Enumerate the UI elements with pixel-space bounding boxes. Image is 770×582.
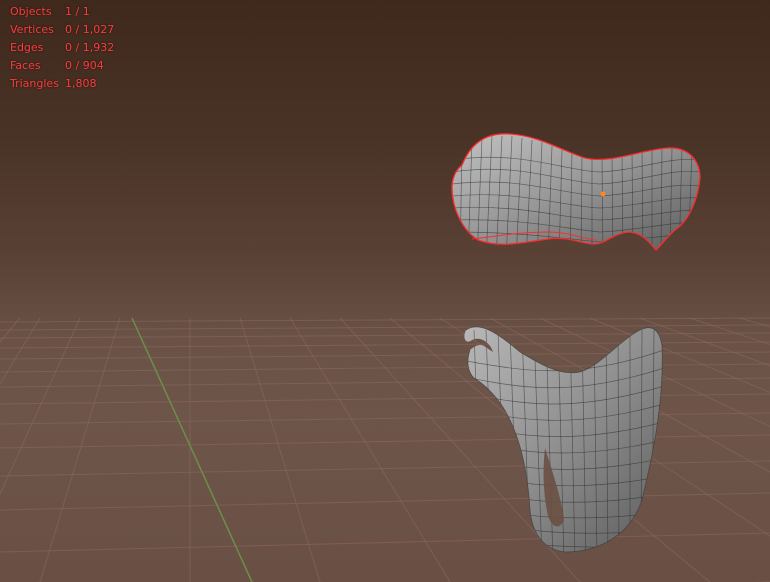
selected-mesh-top[interactable] [451, 133, 701, 260]
stat-value: 0 / 904 [65, 59, 104, 72]
stat-edges: Edges 0 / 1,932 [10, 39, 114, 57]
stat-label: Faces [10, 59, 41, 72]
origin-dot-icon[interactable] [600, 191, 606, 197]
viewport-scene[interactable] [0, 0, 770, 582]
stat-triangles: Triangles 1,808 [10, 75, 114, 93]
stat-value: 0 / 1,027 [65, 23, 115, 36]
stat-value: 0 / 1,932 [65, 41, 115, 54]
stat-label: Vertices [10, 23, 54, 36]
stat-label: Edges [10, 41, 44, 54]
3d-viewport[interactable]: Objects 1 / 1 Vertices 0 / 1,027 Edges 0… [0, 0, 770, 582]
stat-objects: Objects 1 / 1 [10, 3, 114, 21]
stat-label: Triangles [10, 77, 59, 90]
mesh-bottom[interactable] [460, 326, 664, 560]
statistics-overlay: Objects 1 / 1 Vertices 0 / 1,027 Edges 0… [10, 3, 114, 93]
stat-faces: Faces 0 / 904 [10, 57, 114, 75]
stat-label: Objects [10, 5, 52, 18]
stat-value: 1,808 [65, 77, 97, 90]
stat-vertices: Vertices 0 / 1,027 [10, 21, 114, 39]
stat-value: 1 / 1 [65, 5, 90, 18]
